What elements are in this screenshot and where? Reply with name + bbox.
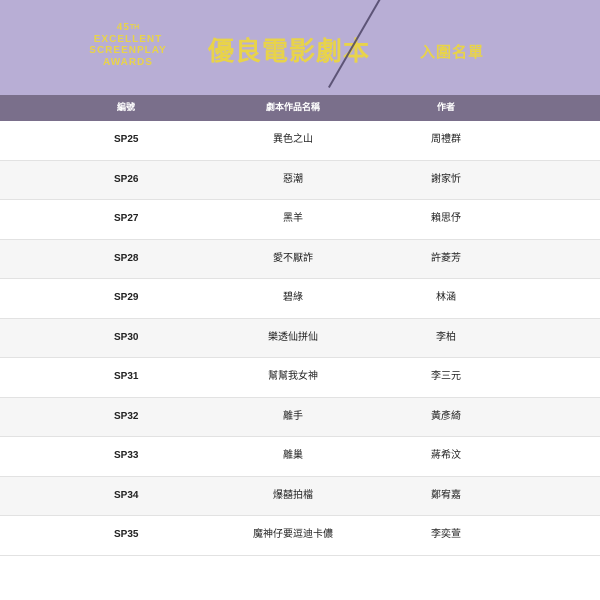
- table-row: SP35 魔神仔要逗迪卡儂 李奕萱: [0, 516, 600, 556]
- row-title: 離巢: [283, 450, 303, 461]
- row-title: 愛不厭詐: [273, 252, 313, 264]
- table-row: SP26 惡潮 謝家忻: [0, 160, 600, 200]
- row-code: SP32: [114, 410, 139, 422]
- row-code: SP25: [114, 134, 139, 145]
- column-header-author: 作者: [436, 103, 456, 113]
- row-code: SP29: [114, 292, 139, 303]
- row-author: 謝家忻: [431, 173, 461, 185]
- table-row: SP27 黑羊 賴思伃: [0, 200, 600, 240]
- row-code: SP28: [114, 252, 139, 264]
- column-header-code: 編號: [117, 103, 136, 113]
- table-row: SP30 樂透仙拼仙 李柏: [0, 318, 600, 358]
- awards-logo-line: EXCELLENT: [93, 33, 163, 45]
- awards-logo-line: SCREENPLAY: [89, 45, 167, 56]
- row-code: SP27: [114, 213, 139, 224]
- table-row: SP31 幫幫我女神 李三元: [0, 358, 600, 398]
- column-header-title: 劇本作品名稱: [265, 103, 321, 113]
- awards-logo-line: AWARDS: [103, 56, 153, 68]
- awards-edition-suffix: TH: [129, 24, 140, 31]
- row-code: SP33: [114, 450, 139, 461]
- table-row: SP34 爆囍拍檔 鄭宥嘉: [0, 476, 600, 516]
- table-row: SP33 離巢 蔣希汶: [0, 437, 600, 477]
- row-title: 樂透仙拼仙: [268, 331, 318, 343]
- row-author: 黃彥綺: [431, 410, 461, 422]
- table-row: SP32 離手 黃彥綺: [0, 397, 600, 437]
- row-title: 黑羊: [283, 213, 303, 224]
- row-author: 蔣希汶: [431, 450, 461, 461]
- row-title: 幫幫我女神: [268, 371, 318, 382]
- awards-edition: 45: [116, 22, 130, 33]
- table-row: SP25 異色之山 周禮群: [0, 121, 600, 161]
- row-author: 許菱芳: [431, 252, 461, 264]
- row-title: 離手: [283, 410, 303, 422]
- row-title: 碧綠: [283, 292, 303, 303]
- row-author: 李三元: [431, 371, 461, 382]
- page-subtitle: 入圍名單: [420, 43, 485, 61]
- row-author: 李柏: [436, 331, 456, 343]
- row-code: SP34: [114, 489, 139, 501]
- row-author: 賴思伃: [431, 213, 461, 224]
- row-author: 林涵: [436, 292, 456, 303]
- row-title: 魔神仔要逗迪卡儂: [253, 529, 333, 540]
- row-author: 鄭宥嘉: [431, 489, 461, 501]
- row-title: 爆囍拍檔: [273, 489, 313, 501]
- table-header: 編號 劇本作品名稱 作者: [0, 95, 600, 121]
- row-title: 惡潮: [283, 173, 303, 185]
- awards-logo: 45TH EXCELLENT SCREENPLAY AWARDS: [78, 22, 178, 68]
- row-code: SP26: [114, 173, 139, 185]
- row-code: SP30: [114, 331, 139, 343]
- table-body: SP25 異色之山 周禮群 SP26 惡潮 謝家忻 SP27 黑羊 賴思伃 SP…: [0, 121, 600, 556]
- row-author: 周禮群: [431, 134, 461, 145]
- table-row: SP28 愛不厭詐 許菱芳: [0, 239, 600, 279]
- page-header: 45TH EXCELLENT SCREENPLAY AWARDS 優良電影劇本 …: [0, 0, 600, 95]
- row-code: SP35: [114, 529, 139, 540]
- row-title: 異色之山: [273, 134, 313, 145]
- row-code: SP31: [114, 371, 139, 382]
- page-title: 優良電影劇本: [208, 37, 371, 67]
- row-author: 李奕萱: [431, 529, 461, 540]
- table-row: SP29 碧綠 林涵: [0, 279, 600, 319]
